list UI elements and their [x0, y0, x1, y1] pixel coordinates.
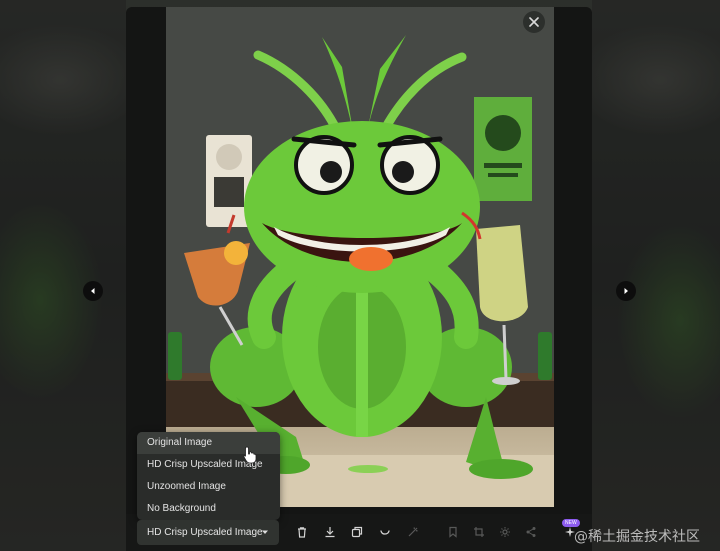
share-button[interactable]: [521, 522, 541, 542]
next-image-button[interactable]: [616, 281, 636, 301]
backdrop-right: [592, 0, 720, 551]
chevron-right-icon: [624, 288, 628, 294]
hand-cursor-icon: [243, 446, 257, 464]
share-icon: [526, 527, 536, 537]
menu-item-no-background[interactable]: No Background: [137, 498, 280, 520]
copy-icon: [351, 526, 363, 538]
bookmark-icon: [449, 526, 457, 538]
download-button[interactable]: [320, 522, 340, 542]
edit-button[interactable]: [403, 522, 423, 542]
download-icon: [325, 527, 335, 538]
watermark-text: @稀土掘金技术社区: [574, 529, 700, 545]
menu-item-original-image[interactable]: Original Image: [137, 432, 280, 454]
image-version-select[interactable]: HD Crisp Upscaled Image: [137, 520, 279, 545]
menu-item-hd-crisp-upscaled[interactable]: HD Crisp Upscaled Image: [137, 454, 280, 476]
reaction-button[interactable]: [375, 522, 395, 542]
gear-icon: [500, 527, 510, 537]
settings-button[interactable]: [495, 522, 515, 542]
select-value: HD Crisp Upscaled Image: [147, 527, 263, 538]
previous-image-button[interactable]: [83, 281, 103, 301]
magic-wand-icon: [408, 527, 418, 537]
crop-icon: [474, 527, 484, 537]
trash-icon: [298, 527, 306, 538]
close-icon: [529, 17, 539, 27]
close-button[interactable]: [523, 11, 545, 33]
crop-button[interactable]: [469, 522, 489, 542]
menu-item-unzoomed-image[interactable]: Unzoomed Image: [137, 476, 280, 498]
delete-button[interactable]: [292, 522, 312, 542]
chevron-left-icon: [91, 288, 95, 294]
bookmark-button[interactable]: [443, 522, 463, 542]
backdrop-left: [0, 0, 126, 551]
copy-button[interactable]: [347, 522, 367, 542]
smile-icon: [380, 530, 390, 535]
caret-down-icon: [262, 530, 268, 534]
image-version-menu: Original Image HD Crisp Upscaled Image U…: [137, 432, 280, 520]
